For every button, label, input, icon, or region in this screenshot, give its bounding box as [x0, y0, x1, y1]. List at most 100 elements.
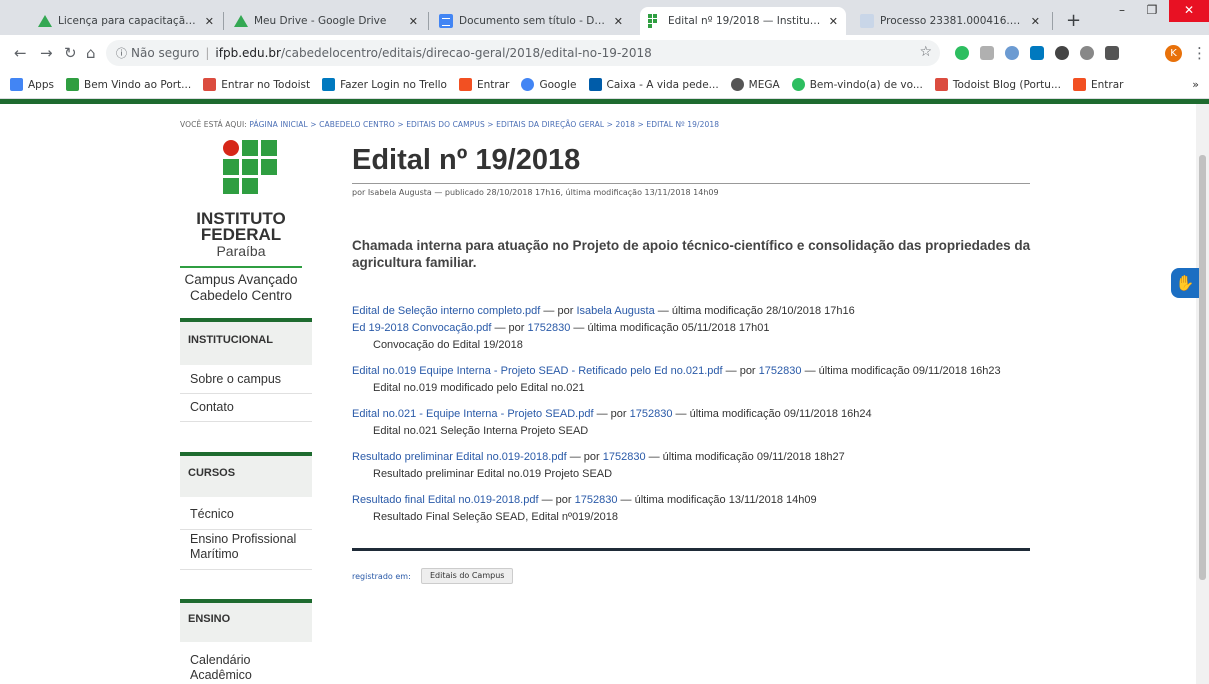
file-item: Edital de Seleção interno completo.pdf —… [352, 305, 855, 317]
profile-avatar[interactable]: K [1165, 45, 1182, 62]
bookmark-item[interactable]: Todoist Blog (Portu... [934, 78, 1061, 91]
file-link[interactable]: Resultado final Edital no.019-2018.pdf [352, 494, 539, 506]
file-by: — por [541, 494, 572, 506]
tag-editais-do-campus[interactable]: Editais do Campus [421, 568, 514, 584]
restore-button[interactable]: ❐ [1137, 0, 1167, 22]
bookmark-apps[interactable]: Apps [10, 78, 54, 91]
close-tab-icon[interactable]: ✕ [1031, 15, 1040, 28]
close-tab-icon[interactable]: ✕ [614, 15, 623, 28]
tab-documento[interactable]: Documento sem título - Docum ✕ [431, 7, 631, 35]
bookmark-label: Google [539, 78, 577, 91]
logo-square [223, 178, 239, 194]
file-link[interactable]: Ed 19-2018 Convocação.pdf [352, 322, 491, 334]
file-link[interactable]: Edital de Seleção interno completo.pdf [352, 305, 540, 317]
logo-divider [180, 266, 302, 268]
bookmark-label: Entrar no Todoist [221, 78, 311, 91]
breadcrumb-links[interactable]: PÁGINA INICIAL > CABEDELO CENTRO > EDITA… [249, 120, 719, 129]
campus-line: Campus Avançado [184, 272, 298, 287]
extension-icon[interactable] [1055, 46, 1069, 60]
bookmark-item[interactable]: Bem Vindo ao Port... [65, 78, 192, 91]
file-author-link[interactable]: 1752830 [575, 494, 618, 506]
file-by: — por [494, 322, 525, 334]
close-tab-icon[interactable]: ✕ [409, 15, 418, 28]
file-modified: — última modificação 09/11/2018 16h23 [804, 365, 1001, 377]
drive-icon [38, 15, 52, 27]
sidebar-heading-institucional: INSTITUCIONAL [180, 318, 312, 365]
bookmark-item[interactable]: Bem-vindo(a) de vo... [791, 78, 923, 91]
file-author-link[interactable]: 1752830 [603, 451, 646, 463]
bookmarks-overflow-icon[interactable]: » [1192, 78, 1199, 91]
pocket-icon[interactable] [1105, 46, 1119, 60]
file-author-link[interactable]: 1752830 [528, 322, 571, 334]
todoist-icon [203, 78, 217, 91]
bookmark-item[interactable]: Caixa - A vida pede... [588, 78, 719, 91]
close-tab-icon[interactable]: ✕ [829, 15, 838, 28]
logo-square [261, 159, 277, 175]
new-tab-button[interactable]: + [1066, 10, 1081, 31]
sidebar-heading-cursos: CURSOS [180, 452, 312, 497]
file-modified: — última modificação 09/11/2018 18h27 [648, 451, 845, 463]
bookmark-item[interactable]: Entrar [459, 78, 509, 91]
bookmarks-bar: Apps Bem Vindo ao Port... Entrar no Todo… [0, 71, 1209, 99]
vlibras-accessibility-icon[interactable]: ✋ [1171, 268, 1199, 298]
sidebar-item-maritimo[interactable]: Ensino Profissional Marítimo [180, 532, 312, 570]
trello-icon[interactable] [1030, 46, 1044, 60]
file-item: Edital no.019 Equipe Interna - Projeto S… [352, 365, 1001, 377]
file-link[interactable]: Edital no.019 Equipe Interna - Projeto S… [352, 365, 723, 377]
scrollbar-thumb[interactable] [1199, 155, 1206, 580]
bookmark-item[interactable]: Google [521, 78, 577, 91]
sidebar-item-sobre[interactable]: Sobre o campus [180, 369, 312, 394]
tags-label: registrado em: [352, 572, 411, 581]
menu-icon[interactable]: ⋮ [1192, 44, 1207, 62]
file-link[interactable]: Resultado preliminar Edital no.019-2018.… [352, 451, 567, 463]
sidebar-item-tecnico[interactable]: Técnico [180, 504, 312, 530]
extension-icon[interactable] [1005, 46, 1019, 60]
file-modified: — última modificação 09/11/2018 16h24 [675, 408, 872, 420]
logo-square [242, 140, 258, 156]
byline-author-link[interactable]: Isabela Augusta [368, 188, 432, 197]
page-icon [860, 14, 874, 28]
tab-meu-drive[interactable]: Meu Drive - Google Drive ✕ [226, 7, 426, 35]
reload-icon[interactable]: ↻ [64, 44, 77, 62]
extension-icon[interactable] [1080, 46, 1094, 60]
url-input[interactable]: ⓘ Não seguro | ifpb.edu.br /cabedelocent… [106, 40, 940, 66]
file-link[interactable]: Edital no.021 - Equipe Interna - Projeto… [352, 408, 594, 420]
bookmark-item[interactable]: Fazer Login no Trello [322, 78, 447, 91]
extension-icon[interactable] [980, 46, 994, 60]
tab-licenca[interactable]: Licença para capacitação - Goog ✕ [30, 7, 222, 35]
tab-title: Licença para capacitação - Goog [58, 15, 199, 27]
file-author-link[interactable]: 1752830 [759, 365, 802, 377]
file-author-link[interactable]: 1752830 [630, 408, 673, 420]
sidebar-item-calendario[interactable]: Calendário Acadêmico [180, 653, 312, 684]
file-modified: — última modificação 28/10/2018 17h16 [657, 305, 855, 317]
back-icon[interactable]: ← [14, 44, 27, 62]
logo-text: INSTITUTO FEDERAL Paraíba [176, 210, 306, 260]
sidebar-item-contato[interactable]: Contato [180, 397, 312, 422]
file-item: Resultado preliminar Edital no.019-2018.… [352, 451, 845, 463]
header-bar [0, 99, 1209, 104]
todoist-icon [934, 78, 948, 91]
file-description: Edital no.021 Seleção Interna Projeto SE… [373, 425, 589, 437]
bookmark-item[interactable]: MEGA [730, 78, 780, 91]
file-author-link[interactable]: Isabela Augusta [576, 305, 654, 317]
forward-icon[interactable]: → [40, 44, 53, 62]
bookmark-item[interactable]: Entrar [1072, 78, 1123, 91]
bookmark-item[interactable]: Entrar no Todoist [203, 78, 310, 91]
document-description: Chamada interna para atuação no Projeto … [352, 238, 1031, 270]
bookmark-label: Bem Vindo ao Port... [83, 78, 192, 91]
bookmark-star-icon[interactable]: ☆ [919, 44, 932, 60]
minimize-button[interactable]: – [1107, 0, 1137, 22]
file-by: — por [725, 365, 756, 377]
close-tab-icon[interactable]: ✕ [205, 15, 214, 28]
apps-icon [10, 78, 23, 91]
drive-icon [234, 15, 248, 27]
window-close-button[interactable]: ✕ [1169, 0, 1209, 22]
tab-edital-active[interactable]: Edital nº 19/2018 — Instituto Fe ✕ [640, 7, 846, 35]
file-by: — por [569, 451, 600, 463]
evernote-icon[interactable] [955, 46, 969, 60]
file-description: Resultado Final Seleção SEAD, Edital nº0… [373, 511, 618, 523]
home-icon[interactable]: ⌂ [86, 44, 96, 62]
tab-processo[interactable]: Processo 23381.000416.2019-1: ✕ [852, 7, 1048, 35]
info-icon[interactable]: ⓘ [116, 45, 127, 61]
docs-icon [439, 14, 453, 28]
